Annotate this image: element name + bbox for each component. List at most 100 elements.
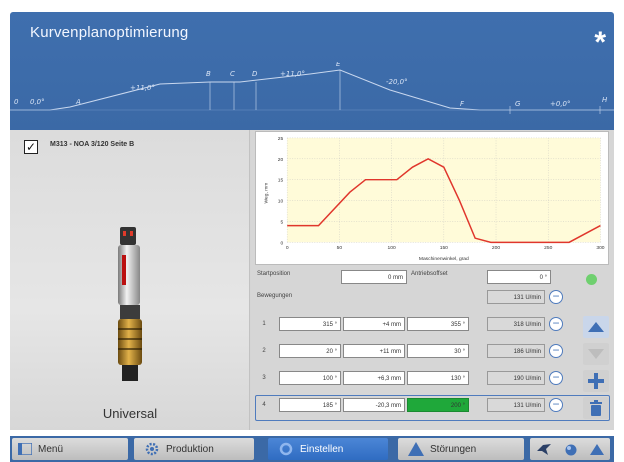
profile-label: 0: [14, 98, 19, 106]
profile-label: A: [75, 98, 81, 106]
x-tick-label: 200: [492, 245, 500, 251]
mouse-icon: [565, 444, 577, 456]
profile-label: H: [602, 96, 608, 104]
device-checkbox[interactable]: ✓: [24, 140, 38, 154]
move-down-button[interactable]: [583, 343, 609, 365]
move-distance-input[interactable]: -20,3 mm: [343, 398, 405, 412]
profile-label: C: [230, 70, 235, 78]
profile-label: +11,0°: [130, 84, 155, 92]
tab-produktion-label: Produktion: [166, 443, 214, 455]
tab-einstellen[interactable]: Einstellen: [268, 438, 388, 460]
tab-menu[interactable]: Menü: [12, 438, 128, 460]
x-tick-label: 50: [337, 245, 343, 251]
plus-icon: [588, 373, 604, 389]
tab-stoerungen[interactable]: Störungen: [398, 438, 524, 460]
antriebsoffset-label: Antriebsoffset: [411, 271, 448, 277]
status-indicator: [586, 274, 597, 285]
startpos-input[interactable]: 0 mm: [341, 270, 407, 284]
move-angle-input[interactable]: 185 °: [279, 398, 341, 412]
row-number: 3: [262, 375, 266, 381]
minus-icon[interactable]: −: [549, 398, 563, 412]
chart-x-ticks: 0 50 100 150 200 250 300: [286, 245, 605, 251]
gear-icon: [145, 442, 159, 456]
tools-tab[interactable]: [530, 438, 610, 460]
y-tick-label: 20: [278, 157, 284, 163]
startpos-label: Startposition: [257, 271, 291, 277]
move-speed-input[interactable]: 355 °: [407, 317, 469, 331]
bottom-nav: Menü Produktion Einstellen Störungen: [10, 436, 614, 462]
row-number: 1: [262, 321, 266, 327]
star-icon[interactable]: *: [594, 28, 606, 58]
move-up-button[interactable]: [583, 316, 609, 338]
triangle-up-icon: [590, 444, 605, 455]
y-tick-label: 0: [281, 240, 284, 246]
profile-label: +0,0°: [550, 100, 571, 108]
profile-label: G: [515, 100, 521, 108]
move-distance-input[interactable]: +11 mm: [343, 344, 405, 358]
settings-icon: [279, 442, 293, 456]
y-tick-label: 5: [281, 219, 284, 225]
y-tick-label: 15: [278, 178, 284, 184]
move-speed-input[interactable]: 30 °: [407, 344, 469, 358]
minus-icon[interactable]: −: [549, 317, 563, 331]
chart-y-ticks: 0 5 10 15 20 25: [278, 136, 284, 246]
move-speed-input[interactable]: 130 °: [407, 371, 469, 385]
y-tick-label: 25: [278, 136, 284, 142]
tab-produktion[interactable]: Produktion: [134, 438, 254, 460]
device-panel: ✓ M313 - NOA 3/120 Seite B Universal: [10, 130, 250, 430]
menu-icon: [18, 443, 32, 455]
delete-move-button[interactable]: [583, 397, 609, 419]
profile-label: B: [206, 70, 211, 78]
settings-panel: 0 50 100 150 200 250 300 0 5 10 15 20 25 Maschinenw…: [251, 130, 614, 430]
page-title: Kurvenplanoptimierung: [30, 24, 189, 41]
tab-einstellen-label: Einstellen: [300, 443, 344, 455]
move-angle-input[interactable]: 20 °: [279, 344, 341, 358]
triangle-up-icon: [588, 322, 604, 332]
main-panel: ✓ M313 - NOA 3/120 Seite B Universal 0 5…: [10, 130, 614, 430]
minus-icon[interactable]: −: [549, 290, 563, 304]
minus-icon[interactable]: −: [549, 371, 563, 385]
bewegungen-label: Bewegungen: [257, 293, 293, 299]
trash-icon: [590, 400, 602, 416]
profile-label: D: [252, 70, 258, 78]
x-tick-label: 150: [440, 245, 448, 251]
minus-icon[interactable]: −: [549, 344, 563, 358]
warning-icon: [408, 442, 424, 456]
gripper-device-image: [118, 227, 142, 381]
x-tick-label: 250: [544, 245, 552, 251]
move-distance-input[interactable]: +6,3 mm: [343, 371, 405, 385]
hmi-screen: Kurvenplanoptimierung * 0 0,0° A +11,0° …: [0, 0, 624, 462]
x-tick-label: 0: [286, 245, 289, 251]
row-number: 4: [262, 402, 266, 408]
antriebsoffset-input[interactable]: 0 °: [487, 270, 551, 284]
x-tick-label: 100: [388, 245, 396, 251]
move-ticks-field: 186 U/min: [487, 344, 545, 358]
device-name: M313 - NOA 3/120 Seite B: [50, 141, 135, 148]
motion-profile-diagram: 0 0,0° A +11,0° B C D +11,0° E -20,0° F …: [10, 62, 614, 114]
profile-label: +11,0°: [280, 70, 305, 78]
chart-x-label: Maschinenwinkel, grad: [419, 256, 469, 262]
move-ticks-field: 131 U/min: [487, 398, 545, 412]
x-tick-label: 300: [596, 245, 604, 251]
tab-stoerungen-label: Störungen: [430, 443, 477, 455]
device-type-label: Universal: [102, 406, 158, 421]
profile-label: 0,0°: [30, 98, 45, 106]
header-bar: Kurvenplanoptimierung * 0 0,0° A +11,0° …: [10, 12, 614, 130]
move-ticks-field: 318 U/min: [487, 317, 545, 331]
move-speed-input[interactable]: 200 °: [407, 398, 469, 412]
row-number: 2: [262, 348, 266, 354]
bird-icon: [536, 444, 551, 455]
move-angle-input[interactable]: 315 °: [279, 317, 341, 331]
motion-chart: 0 50 100 150 200 250 300 0 5 10 15 20 25 Maschinenw…: [255, 131, 609, 265]
profile-label: F: [460, 100, 465, 108]
move-ticks-field: 190 U/min: [487, 371, 545, 385]
chart-y-label: Weg, mm: [263, 183, 269, 204]
y-tick-label: 10: [278, 199, 284, 205]
move-angle-input[interactable]: 100 °: [279, 371, 341, 385]
total-ticks-field: 131 U/min: [487, 290, 545, 304]
profile-label: -20,0°: [386, 78, 408, 86]
move-distance-input[interactable]: +4 mm: [343, 317, 405, 331]
tab-menu-label: Menü: [38, 443, 64, 455]
add-move-button[interactable]: [583, 370, 609, 392]
profile-label: E: [336, 62, 341, 68]
